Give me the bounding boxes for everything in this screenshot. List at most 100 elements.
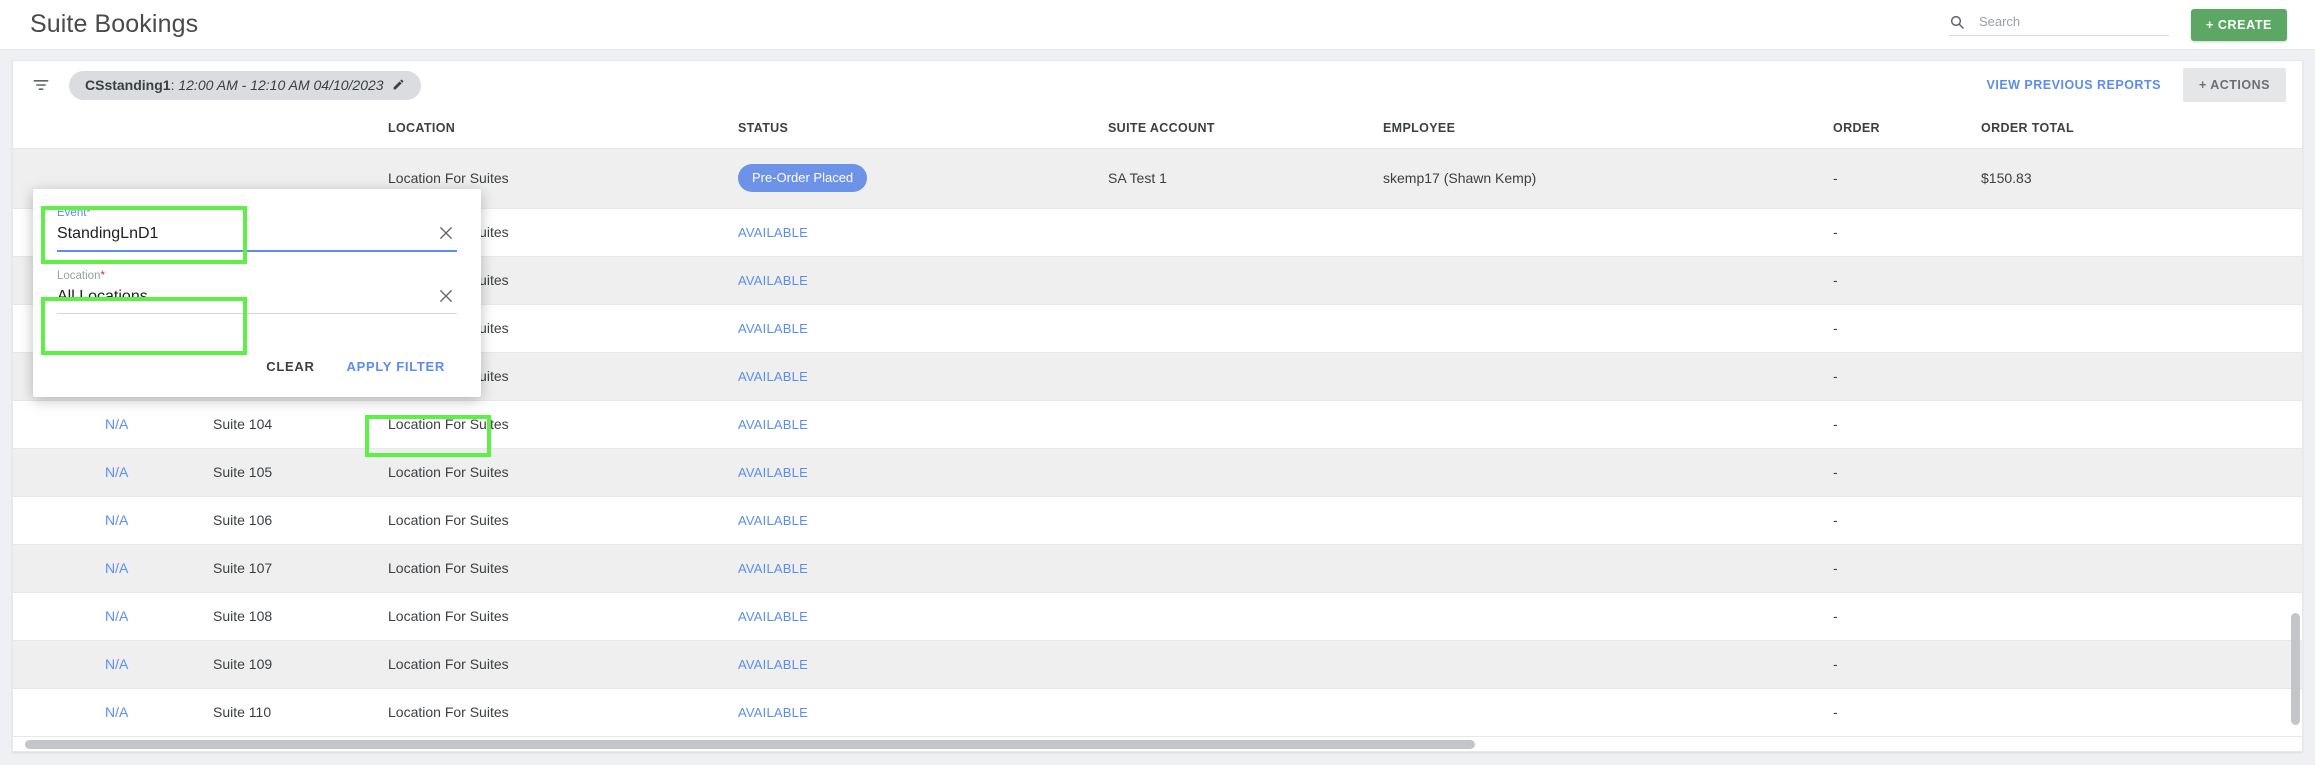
clear-filter-button[interactable]: CLEAR (254, 350, 326, 383)
table-row[interactable]: N/A Suite 106 Location For Suites AVAILABLE… (13, 496, 2302, 545)
col-header-suite-account[interactable]: SUITE ACCOUNT (1108, 109, 1383, 149)
cell-booking: N/A (13, 496, 213, 545)
cell-booking: N/A (13, 640, 213, 689)
status-link[interactable]: AVAILABLE (738, 273, 808, 288)
event-field-value[interactable]: StandingLnD1 (57, 224, 427, 250)
col-header-order-total[interactable]: ORDER TOTAL (1981, 109, 2302, 149)
cell-suite-account: SA Test 1 (1108, 148, 1383, 209)
actions-button[interactable]: + ACTIONS (2182, 68, 2286, 102)
status-link[interactable]: AVAILABLE (738, 321, 808, 336)
cell-order: - (1833, 148, 1981, 209)
cell-booking: N/A (13, 400, 213, 449)
create-button[interactable]: + CREATE (2190, 8, 2287, 41)
status-link[interactable]: AVAILABLE (738, 705, 808, 720)
status-link[interactable]: AVAILABLE (738, 417, 808, 432)
status-link[interactable]: AVAILABLE (738, 465, 808, 480)
cell-status: AVAILABLE (738, 496, 1108, 545)
cell-suite-account (1108, 544, 1383, 593)
booking-link[interactable]: N/A (105, 560, 128, 576)
filter-popup-actions: CLEAR APPLY FILTER (57, 350, 457, 383)
status-link[interactable]: AVAILABLE (738, 657, 808, 672)
cell-status: AVAILABLE (738, 448, 1108, 497)
booking-link[interactable]: N/A (105, 704, 128, 720)
booking-link[interactable]: N/A (105, 512, 128, 528)
suite-name: Suite 106 (213, 512, 273, 528)
cell-suite-account (1108, 640, 1383, 689)
bookings-card: CSstanding1: 12:00 AM - 12:10 AM 04/10/2… (12, 60, 2303, 752)
table-row[interactable]: N/A Suite 105 Location For Suites AVAILABLE… (13, 448, 2302, 497)
suite-name: Suite 107 (213, 560, 273, 576)
active-filter-chip[interactable]: CSstanding1: 12:00 AM - 12:10 AM 04/10/2… (69, 70, 421, 100)
cell-order: - (1833, 496, 1981, 545)
cell-status: AVAILABLE (738, 688, 1108, 737)
cell-status: AVAILABLE (738, 544, 1108, 593)
filter-toolbar: CSstanding1: 12:00 AM - 12:10 AM 04/10/2… (13, 61, 2302, 109)
status-link[interactable]: AVAILABLE (738, 513, 808, 528)
cell-location: Location For Suites (388, 544, 738, 593)
status-link[interactable]: AVAILABLE (738, 369, 808, 384)
table-row[interactable]: N/A Suite 109 Location For Suites AVAILABLE… (13, 640, 2302, 689)
table-header-row: LOCATION STATUS SUITE ACCOUNT EMPLOYEE O… (13, 109, 2302, 149)
view-previous-reports-button[interactable]: VIEW PREVIOUS REPORTS (1981, 70, 2167, 100)
cell-status: Pre-Order Placed (738, 148, 1108, 209)
cell-suite: Suite 106 (213, 496, 388, 545)
cell-employee (1383, 688, 1833, 737)
table-row[interactable]: N/A Suite 110 Location For Suites AVAILABLE… (13, 688, 2302, 737)
booking-link[interactable]: N/A (105, 608, 128, 624)
cell-location: Location For Suites (388, 640, 738, 689)
cell-order: - (1833, 688, 1981, 737)
vertical-scrollbar-thumb[interactable] (2291, 613, 2300, 725)
event-field-body[interactable]: Event* StandingLnD1 (57, 207, 427, 250)
table-row[interactable]: N/A Suite 108 Location For Suites AVAILABLE… (13, 592, 2302, 641)
cell-suite-account (1108, 304, 1383, 353)
col-header-status[interactable]: STATUS (738, 109, 1108, 149)
cell-suite: Suite 109 (213, 640, 388, 689)
search-input[interactable] (1978, 14, 2169, 29)
event-clear-icon[interactable] (437, 224, 455, 242)
col-header-booking[interactable] (13, 109, 213, 149)
cell-order: - (1833, 448, 1981, 497)
cell-suite: Suite 107 (213, 544, 388, 593)
page-title: Suite Bookings (30, 10, 199, 38)
location-clear-icon[interactable] (437, 287, 455, 305)
cell-suite-account (1108, 208, 1383, 257)
cell-booking: N/A (13, 592, 213, 641)
table-row[interactable]: N/A Suite 107 Location For Suites AVAILABLE… (13, 544, 2302, 593)
booking-link[interactable]: N/A (105, 416, 128, 432)
search-box[interactable] (1948, 14, 2169, 36)
cell-order: - (1833, 544, 1981, 593)
status-link[interactable]: AVAILABLE (738, 609, 808, 624)
location-field-value[interactable]: All Locations (57, 287, 427, 313)
cell-employee (1383, 640, 1833, 689)
location-field-label: Location* (57, 270, 427, 282)
status-badge[interactable]: Pre-Order Placed (738, 164, 868, 192)
cell-employee (1383, 304, 1833, 353)
filter-list-icon[interactable] (31, 75, 51, 95)
cell-employee (1383, 400, 1833, 449)
cell-suite-account (1108, 448, 1383, 497)
location-field-body[interactable]: Location* All Locations (57, 270, 427, 313)
cell-suite-account (1108, 592, 1383, 641)
horizontal-scrollbar-thumb[interactable] (25, 740, 1475, 749)
cell-order-total (1981, 448, 2302, 497)
booking-link[interactable]: N/A (105, 656, 128, 672)
suite-name: Suite 109 (213, 656, 273, 672)
pencil-icon[interactable] (392, 78, 405, 91)
col-header-order[interactable]: ORDER (1833, 109, 1981, 149)
status-link[interactable]: AVAILABLE (738, 561, 808, 576)
col-header-employee[interactable]: EMPLOYEE (1383, 109, 1833, 149)
cell-employee (1383, 592, 1833, 641)
cell-booking: N/A (13, 448, 213, 497)
cell-order-total (1981, 592, 2302, 641)
table-row[interactable]: N/A Suite 104 Location For Suites AVAILABLE… (13, 400, 2302, 449)
status-link[interactable]: AVAILABLE (738, 225, 808, 240)
col-header-suite[interactable] (213, 109, 388, 149)
col-header-location[interactable]: LOCATION (388, 109, 738, 149)
cell-status: AVAILABLE (738, 208, 1108, 257)
cell-suite: Suite 108 (213, 592, 388, 641)
booking-link[interactable]: N/A (105, 464, 128, 480)
cell-order: - (1833, 256, 1981, 305)
cell-status: AVAILABLE (738, 400, 1108, 449)
horizontal-scrollbar-track[interactable] (25, 740, 2290, 749)
apply-filter-button[interactable]: APPLY FILTER (335, 350, 457, 383)
